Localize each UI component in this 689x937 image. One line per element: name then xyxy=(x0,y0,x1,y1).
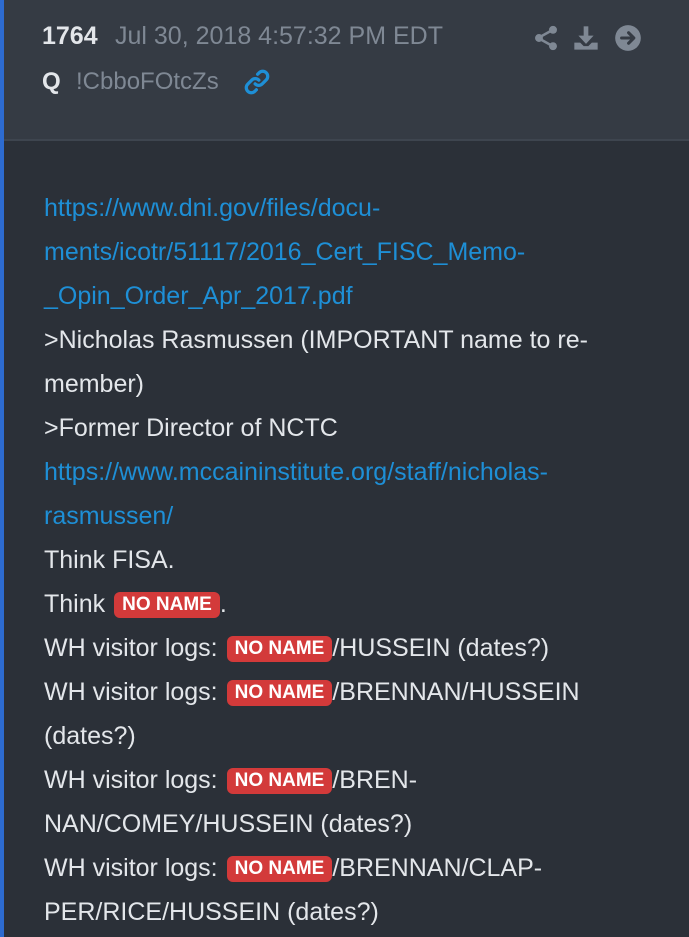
body-line: WH visitor logs: NO NAME/BREN- xyxy=(44,758,664,802)
no-name-badge: NO NAME xyxy=(226,856,333,882)
text-segment: /BRENNAN/HUSSEIN xyxy=(332,678,580,706)
post-tripcode: !CbboFOtcZs xyxy=(76,68,219,95)
mccain-institute-link-end[interactable]: rasmussen/ xyxy=(44,502,173,530)
body-line: NAN/COMEY/HUSSEIN (dates?) xyxy=(44,810,413,838)
download-icon[interactable] xyxy=(572,24,600,52)
text-segment: WH visitor logs: xyxy=(44,854,225,882)
body-line: https://www.dni.gov/files/docu- xyxy=(44,186,664,230)
post-number[interactable]: 1764 xyxy=(42,22,98,51)
text-segment: WH visitor logs: xyxy=(44,766,225,794)
body-line: WH visitor logs: NO NAME/HUSSEIN (dates?… xyxy=(44,626,664,670)
post-timestamp: Jul 30, 2018 4:57:32 PM EDT xyxy=(115,22,443,50)
body-line: >Former Director of NCTC xyxy=(44,414,338,442)
dni-document-link[interactable]: https://www.dni.gov/files/docu- xyxy=(44,194,380,222)
text-segment: /BREN- xyxy=(332,766,418,794)
body-line: Think NO NAME. xyxy=(44,582,664,626)
body-line: https://www.mccaininstitute.org/staff/ni… xyxy=(44,450,664,494)
post-header: 1764 Jul 30, 2018 4:57:32 PM EDT Q !Cbbo… xyxy=(4,0,689,141)
mccain-institute-link[interactable]: https://www.mccaininstitute.org/staff/ni… xyxy=(44,458,548,486)
dni-document-link-end[interactable]: _Opin_Order_Apr_2017.pdf xyxy=(44,282,353,310)
body-line: member) xyxy=(44,370,145,398)
dni-document-link-cont[interactable]: ments/icotr/51117/2016_Cert_FISC_Memo- xyxy=(44,238,525,266)
arrow-circle-right-icon[interactable] xyxy=(614,24,642,52)
body-line: ments/icotr/51117/2016_Cert_FISC_Memo- xyxy=(44,230,664,274)
body-line: rasmussen/ xyxy=(44,494,664,538)
body-line: Think FISA. xyxy=(44,546,175,574)
share-icon[interactable] xyxy=(532,24,560,52)
text-segment: WH visitor logs: xyxy=(44,634,225,662)
text-segment: /HUSSEIN (dates?) xyxy=(332,634,550,662)
no-name-badge: NO NAME xyxy=(226,680,333,706)
no-name-badge: NO NAME xyxy=(226,636,333,662)
no-name-badge: NO NAME xyxy=(226,768,333,794)
text-segment: Think xyxy=(44,590,106,618)
link-icon[interactable] xyxy=(242,67,272,97)
text-segment: /BRENNAN/CLAP- xyxy=(332,854,543,882)
body-line: WH visitor logs: NO NAME/BRENNAN/HUSSEIN xyxy=(44,670,664,714)
body-line: PER/RICE/HUSSEIN (dates?) xyxy=(44,898,379,926)
body-line: >Nicholas Rasmussen (IMPORTANT name to r… xyxy=(44,326,588,354)
text-segment: WH visitor logs: xyxy=(44,678,225,706)
body-line: _Opin_Order_Apr_2017.pdf xyxy=(44,274,664,318)
post-container: 1764 Jul 30, 2018 4:57:32 PM EDT Q !Cbbo… xyxy=(0,0,689,937)
no-name-badge: NO NAME xyxy=(114,592,220,618)
body-line: (dates?) xyxy=(44,722,136,750)
post-author: Q xyxy=(42,68,61,95)
post-body: https://www.dni.gov/files/docu- ments/ic… xyxy=(44,186,664,934)
text-segment: . xyxy=(219,590,227,618)
body-line: WH visitor logs: NO NAME/BRENNAN/CLAP- xyxy=(44,846,664,890)
